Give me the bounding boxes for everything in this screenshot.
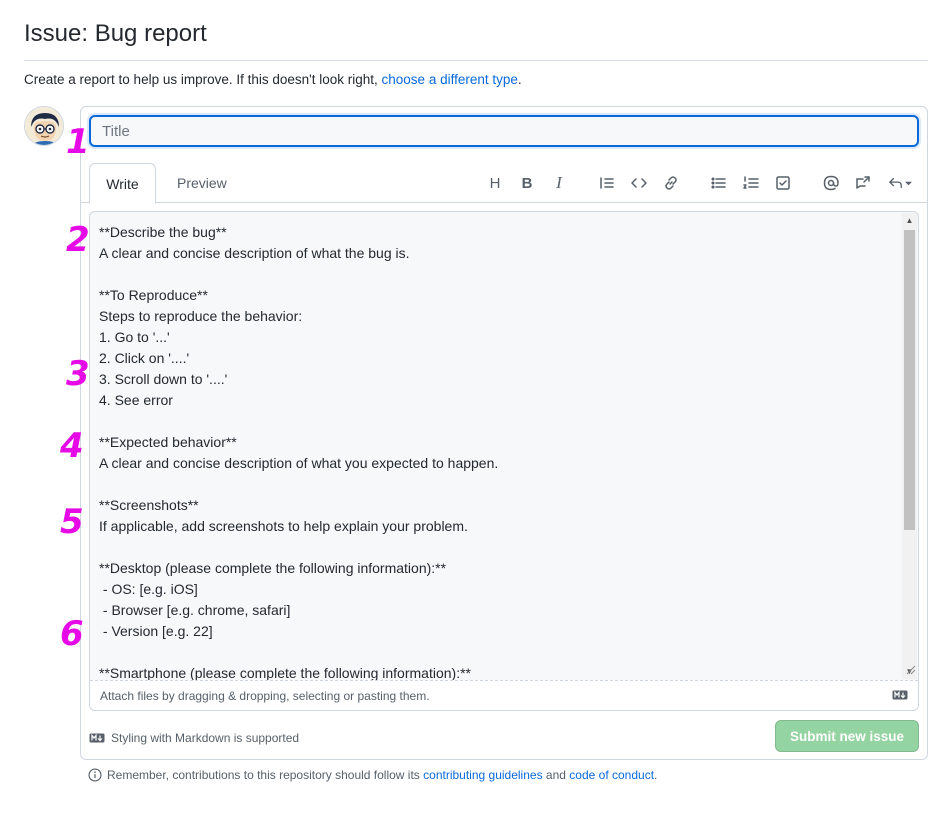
form-footer: Styling with Markdown is supported Submi… [89,720,919,752]
ordered-list-icon [743,176,759,189]
tab-write[interactable]: Write [89,163,156,204]
annotation-number-1: 1 [66,122,90,162]
remember-end: . [654,768,658,782]
tab-preview[interactable]: Preview [161,163,243,204]
annotation-number-4: 4 [60,426,84,466]
quote-button[interactable] [597,173,617,193]
mention-button[interactable] [821,173,841,193]
scrollbar[interactable]: ▲ ▼ [902,213,917,679]
annotation-number-5: 5 [60,502,84,542]
choose-different-type-link[interactable]: choose a different type [382,72,518,87]
saved-replies-button[interactable] [885,173,915,193]
heading-button[interactable]: H [485,173,505,193]
markdown-icon [892,690,908,700]
markdown-icon [89,733,105,743]
link-button[interactable] [661,173,681,193]
page-title: Issue: Bug report [24,20,207,47]
issue-form: Write Preview H B I **Describe the bug**… [80,106,928,760]
reference-button[interactable] [853,173,873,193]
unordered-list-icon [711,177,726,189]
subtitle-end: . [517,72,522,87]
title-input[interactable] [89,115,919,147]
attach-files-text: Attach files by dragging & dropping, sel… [100,689,430,703]
annotation-number-3: 3 [66,354,90,394]
ordered-list-button[interactable] [741,173,761,193]
subtitle-text: Create a report to help us improve. If t… [24,72,378,87]
avatar-image [25,107,63,145]
remember-text: Remember, contributions to this reposito… [107,768,420,782]
italic-icon: I [556,173,562,192]
scroll-thumb[interactable] [904,230,915,530]
attach-files-bar[interactable]: Attach files by dragging & dropping, sel… [90,680,918,710]
info-icon [88,768,102,782]
code-button[interactable] [629,173,649,193]
task-list-button[interactable] [773,173,793,193]
chevron-down-icon [904,181,912,185]
link-icon [665,176,677,190]
annotation-number-6: 6 [60,614,84,654]
annotation-number-2: 2 [66,220,90,260]
submit-new-issue-button[interactable]: Submit new issue [775,720,919,752]
code-icon [631,178,647,188]
italic-button[interactable]: I [549,173,569,193]
cross-reference-icon [856,176,870,189]
page-subtitle: Create a report to help us improve. If t… [24,72,522,87]
mention-icon [823,175,839,191]
resize-grip-icon[interactable] [902,661,917,676]
unordered-list-button[interactable] [709,173,729,193]
heading-icon: H [489,174,501,192]
title-divider [24,60,928,61]
contributing-guidelines-link[interactable]: contributing guidelines [423,768,542,782]
and-text: and [545,768,566,782]
comment-body-text[interactable]: **Describe the bug** A clear and concise… [99,222,899,680]
scroll-up-arrow-icon[interactable]: ▲ [902,213,917,228]
quote-icon [600,177,614,189]
reply-icon [888,177,902,189]
markdown-note-text: Styling with Markdown is supported [111,731,300,745]
bold-icon: B [521,174,533,192]
code-of-conduct-link[interactable]: code of conduct [569,768,654,782]
contribution-reminder: Remember, contributions to this reposito… [88,768,657,782]
comment-body-textarea[interactable]: **Describe the bug** A clear and concise… [89,211,919,711]
bold-button[interactable]: B [517,173,537,193]
markdown-note[interactable]: Styling with Markdown is supported [89,731,299,745]
task-list-icon [776,176,790,190]
avatar[interactable] [24,106,64,146]
